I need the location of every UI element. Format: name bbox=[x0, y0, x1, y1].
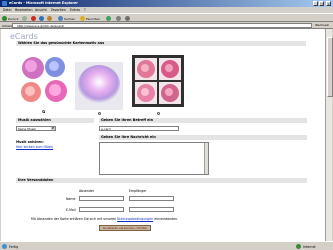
terms-link[interactable]: Nutzungsbedingungen bbox=[117, 217, 153, 221]
music-preview-link[interactable]: Hier klicken zum Hören bbox=[16, 145, 53, 149]
forward-arrow-icon bbox=[22, 16, 27, 21]
menu-help[interactable]: ? bbox=[84, 8, 86, 12]
window-title: eCards - Microsoft Internet Explorer bbox=[9, 1, 78, 5]
address-section-header: Ihre Versanddaten bbox=[16, 178, 307, 183]
roses-collage-image bbox=[19, 55, 68, 105]
refresh-button[interactable] bbox=[39, 16, 45, 22]
internet-zone-icon bbox=[296, 244, 301, 249]
send-card-button[interactable]: Grußkarte versenden / Prüfen bbox=[99, 225, 151, 231]
search-icon bbox=[58, 16, 63, 21]
page-scrollbar[interactable] bbox=[325, 29, 333, 241]
motif-2-radio[interactable] bbox=[98, 112, 101, 115]
scrollbar-thumb[interactable] bbox=[326, 37, 333, 97]
mail-icon bbox=[116, 16, 121, 21]
email-label: E-Mail bbox=[66, 208, 76, 212]
stop-button[interactable] bbox=[31, 16, 37, 22]
menu-edit[interactable]: Bearbeiten bbox=[15, 8, 33, 12]
recipient-column-label: Empfänger bbox=[129, 189, 147, 193]
page-title: eCards bbox=[10, 32, 38, 41]
motif-3-radio[interactable] bbox=[157, 112, 160, 115]
back-button[interactable]: Zurück bbox=[2, 16, 18, 22]
title-bar: eCards - Microsoft Internet Explorer _ □… bbox=[0, 0, 333, 7]
card-motif-3[interactable] bbox=[132, 55, 184, 107]
menu-file[interactable]: Datei bbox=[3, 8, 12, 12]
card-motif-2[interactable] bbox=[75, 62, 123, 110]
menu-favorites[interactable]: Favoriten bbox=[51, 8, 66, 12]
zone-text: Internet bbox=[303, 244, 316, 249]
card-motif-1[interactable] bbox=[19, 55, 68, 105]
history-icon bbox=[106, 16, 111, 21]
terms-notice: Mit Absenden der Karte erklären Sie sich… bbox=[31, 217, 179, 221]
home-icon bbox=[47, 16, 52, 21]
dropdown-arrow-icon: ▼ bbox=[51, 127, 55, 130]
stop-icon bbox=[31, 16, 36, 21]
subject-input[interactable]: e-card bbox=[99, 126, 179, 131]
page-loaded-icon bbox=[2, 244, 7, 249]
name-label: Name bbox=[66, 197, 76, 201]
favorites-button[interactable]: Favoriten bbox=[80, 16, 100, 22]
back-arrow-icon bbox=[2, 16, 7, 21]
message-textarea[interactable] bbox=[99, 142, 209, 175]
roses-grid-image bbox=[132, 55, 184, 107]
history-button[interactable] bbox=[106, 16, 112, 22]
print-icon bbox=[125, 16, 130, 21]
close-button[interactable]: × bbox=[326, 1, 331, 6]
music-preview-label: Musik anhören: bbox=[16, 140, 44, 144]
sender-name-input[interactable] bbox=[79, 196, 124, 201]
maximize-button[interactable]: □ bbox=[319, 1, 324, 6]
search-button[interactable]: Suchen bbox=[58, 16, 75, 22]
page-content: eCards Wählen Sie das gewünschte Kartenm… bbox=[1, 29, 325, 241]
sender-email-input[interactable] bbox=[79, 207, 124, 212]
music-select[interactable]: Keine Musik ▼ bbox=[16, 126, 56, 131]
recipient-name-input[interactable] bbox=[129, 196, 174, 201]
menu-view[interactable]: Ansicht bbox=[35, 8, 47, 12]
motif-section-header: Wählen Sie das gewünschte Kartenmotiv au… bbox=[16, 41, 306, 46]
refresh-icon bbox=[39, 16, 44, 21]
sender-column-label: Absender bbox=[79, 189, 95, 193]
print-button[interactable] bbox=[125, 16, 131, 22]
recipient-email-input[interactable] bbox=[129, 207, 174, 212]
minimize-button[interactable]: _ bbox=[313, 1, 318, 6]
motif-1-radio[interactable] bbox=[42, 110, 45, 113]
subject-section-header: Geben Sie Ihren Betreff ein bbox=[99, 118, 307, 123]
star-icon bbox=[80, 16, 85, 21]
mail-button[interactable] bbox=[116, 16, 122, 22]
message-scrollbar[interactable] bbox=[204, 143, 208, 174]
forward-button[interactable] bbox=[22, 16, 28, 22]
status-bar: Fertig Internet bbox=[0, 241, 333, 250]
message-section-header: Geben Sie Ihre Nachricht ein bbox=[99, 135, 307, 140]
browser-icon bbox=[2, 1, 7, 6]
toolbar: Zurück Suchen Favoriten bbox=[0, 13, 333, 22]
home-button[interactable] bbox=[47, 16, 53, 22]
address-input[interactable]: http://www.ecs-gmbh.de/ecard/ bbox=[12, 23, 312, 28]
status-text: Fertig bbox=[9, 244, 19, 249]
address-bar: Adresse http://www.ecs-gmbh.de/ecard/ We… bbox=[0, 22, 333, 32]
rose-soft-image bbox=[75, 62, 123, 110]
menu-tools[interactable]: Extras bbox=[70, 8, 80, 12]
music-section-header: Musik auswählen bbox=[16, 118, 94, 123]
